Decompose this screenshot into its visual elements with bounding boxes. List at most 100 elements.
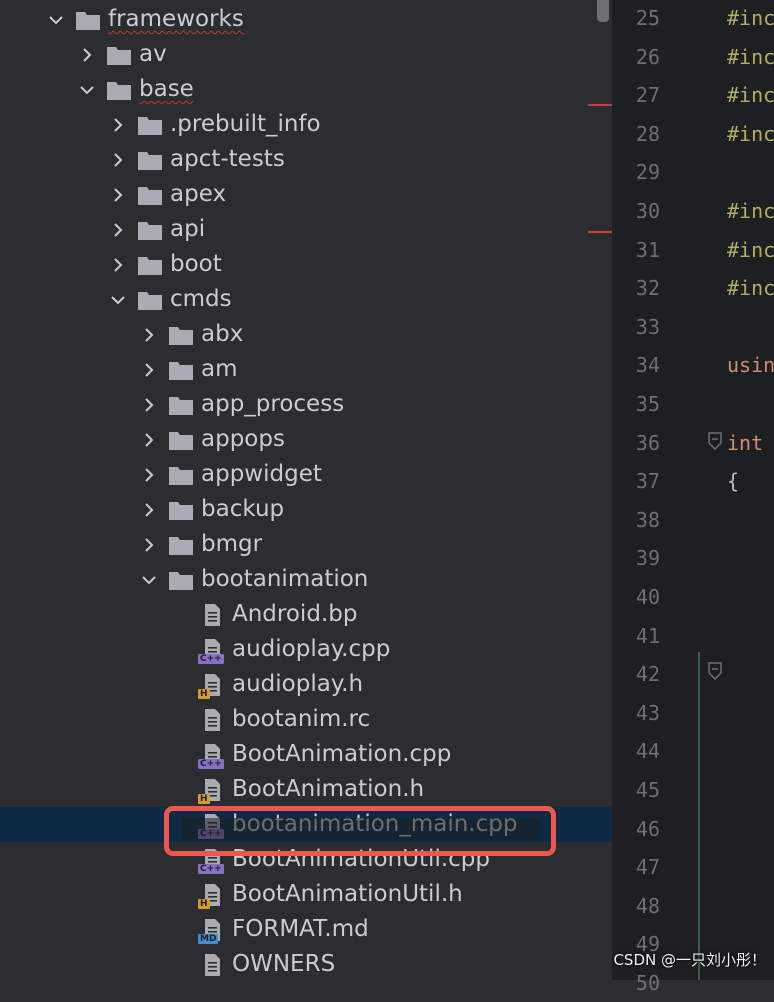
tree-row[interactable]: H BootAnimation.h: [0, 772, 612, 807]
fold-start-icon[interactable]: [708, 432, 722, 451]
tree-row[interactable]: bmgr: [0, 527, 612, 562]
tree-item-label: audioplay.cpp: [232, 636, 391, 662]
code-line[interactable]: #inc: [727, 115, 774, 153]
tree-row[interactable]: abx: [0, 317, 612, 352]
markdown-file-icon: MD: [198, 916, 226, 944]
tree-row[interactable]: app_process: [0, 387, 612, 422]
tree-row[interactable]: frameworks: [0, 2, 612, 37]
chevron-right-icon[interactable]: [137, 533, 161, 557]
tree-item-label: audioplay.h: [232, 671, 364, 697]
line-number: 34: [635, 353, 660, 378]
line-number: 25: [635, 6, 660, 30]
tree-row[interactable]: C++ audioplay.cpp: [0, 632, 612, 667]
tree-row[interactable]: bootanimation: [0, 562, 612, 597]
chevron-right-icon[interactable]: [137, 323, 161, 347]
tree-row[interactable]: cmds: [0, 282, 612, 317]
chevron-right-icon[interactable]: [137, 358, 161, 382]
code-line[interactable]: usin: [727, 346, 774, 384]
tree-row[interactable]: appops: [0, 422, 612, 457]
chevron-down-icon[interactable]: [44, 8, 68, 32]
line-number: 33: [635, 314, 660, 339]
code-line[interactable]: #inc: [727, 231, 774, 269]
text-file-icon: [198, 706, 226, 734]
line-number: 44: [635, 739, 660, 764]
tree-row[interactable]: boot: [0, 247, 612, 282]
error-stripe-marker[interactable]: [588, 104, 612, 106]
tree-row[interactable]: Android.bp: [0, 597, 612, 632]
header-file-icon: H: [198, 776, 226, 804]
chevron-down-icon[interactable]: [75, 78, 99, 102]
tree-item-label: OWNERS: [232, 951, 336, 977]
chevron-right-icon[interactable]: [137, 463, 161, 487]
line-number: 31: [635, 237, 660, 262]
tree-item-label: FORMAT.md: [232, 916, 369, 942]
header-file-icon: H: [198, 671, 226, 699]
folder-icon: [136, 216, 164, 244]
tree-item-label: bootanimation: [201, 566, 369, 592]
chevron-right-icon[interactable]: [75, 43, 99, 67]
code-line[interactable]: #inc: [727, 269, 774, 307]
line-number: 49: [635, 932, 660, 957]
tree-row[interactable]: appwidget: [0, 457, 612, 492]
chevron-right-icon[interactable]: [137, 393, 161, 417]
folder-icon: [167, 426, 195, 454]
folder-icon: [105, 41, 133, 69]
chevron-down-icon[interactable]: [106, 288, 130, 312]
chevron-right-icon[interactable]: [106, 253, 130, 277]
file-type-badge: C++: [198, 653, 224, 664]
folder-icon: [136, 251, 164, 279]
chevron-right-icon[interactable]: [137, 428, 161, 452]
code-line[interactable]: #inc: [727, 76, 774, 114]
error-stripe-marker[interactable]: [588, 231, 612, 233]
tree-row[interactable]: .prebuilt_info: [0, 107, 612, 142]
tree-item-label: base: [139, 76, 194, 102]
folder-icon: [167, 461, 195, 489]
tree-item-label: appwidget: [201, 461, 322, 487]
line-number: 30: [635, 199, 660, 223]
tree-row[interactable]: av: [0, 37, 612, 72]
chevron-down-icon[interactable]: [137, 568, 161, 592]
tree-row[interactable]: bootanim.rc: [0, 702, 612, 737]
line-number: 27: [635, 83, 660, 108]
tree-row[interactable]: apct-tests: [0, 142, 612, 177]
tree-row[interactable]: api: [0, 212, 612, 247]
code-line[interactable]: #inc: [727, 38, 774, 76]
line-number: 39: [635, 546, 660, 571]
file-type-badge: H: [198, 898, 210, 909]
chevron-right-icon[interactable]: [106, 148, 130, 172]
tree-scrollbar[interactable]: [597, 0, 609, 22]
tree-item-label: frameworks: [108, 6, 244, 32]
tree-item-label: BootAnimationUtil.h: [232, 881, 463, 907]
tree-row[interactable]: H BootAnimationUtil.h: [0, 877, 612, 912]
line-number: 48: [635, 893, 660, 918]
tree-row[interactable]: Haudioplay.h: [0, 667, 612, 702]
chevron-right-icon[interactable]: [137, 498, 161, 522]
tree-row[interactable]: backup: [0, 492, 612, 527]
tree-row[interactable]: am: [0, 352, 612, 387]
line-number: 43: [635, 700, 660, 725]
line-number: 46: [635, 816, 660, 841]
code-line[interactable]: #inc: [727, 192, 774, 230]
text-file-icon: [198, 951, 226, 979]
line-number: 37: [635, 469, 660, 494]
folder-icon: [167, 531, 195, 559]
line-number: 47: [635, 855, 660, 880]
tree-row[interactable]: base: [0, 72, 612, 107]
folder-icon: [167, 356, 195, 384]
code-line[interactable]: int: [727, 424, 763, 462]
tree-row[interactable]: OWNERS: [0, 947, 612, 980]
tree-row[interactable]: apex: [0, 177, 612, 212]
fold-end-icon[interactable]: [708, 662, 722, 681]
file-type-badge: C++: [198, 758, 224, 769]
line-number: 38: [635, 507, 660, 532]
tree-row[interactable]: C++ BootAnimation.cpp: [0, 737, 612, 772]
chevron-right-icon[interactable]: [106, 113, 130, 137]
tree-row[interactable]: MD FORMAT.md: [0, 912, 612, 947]
chevron-right-icon[interactable]: [106, 218, 130, 242]
chevron-right-icon[interactable]: [106, 183, 130, 207]
folder-icon: [167, 496, 195, 524]
code-line[interactable]: {: [727, 462, 739, 500]
tree-item-label: .prebuilt_info: [170, 111, 321, 137]
line-number: 36: [635, 430, 660, 455]
code-line[interactable]: #inc: [727, 0, 774, 37]
